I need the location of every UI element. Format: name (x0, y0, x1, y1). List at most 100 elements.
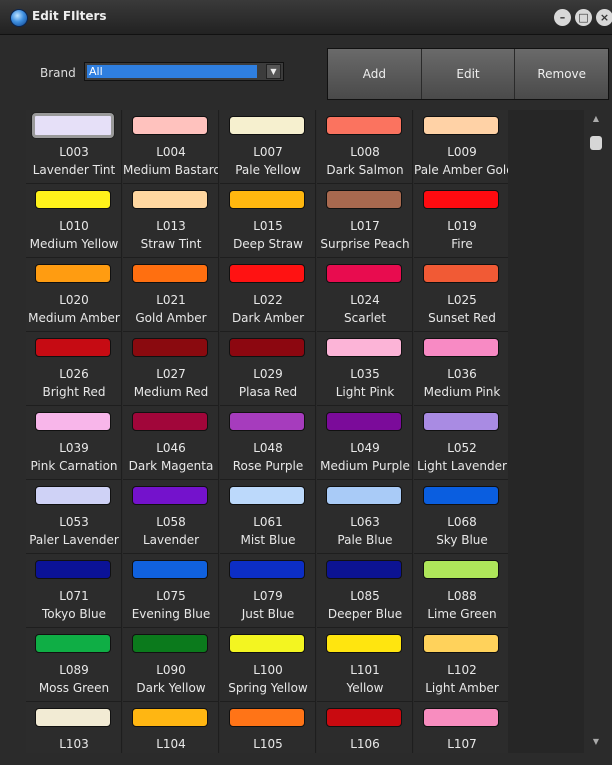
filter-swatch[interactable] (35, 190, 111, 209)
filter-cell[interactable]: L035 Light Pink (317, 332, 413, 406)
filter-swatch[interactable] (229, 116, 305, 135)
filter-cell[interactable]: L063 Pale Blue (317, 480, 413, 554)
filter-cell[interactable]: L019 Fire (414, 184, 508, 258)
filter-swatch[interactable] (132, 116, 208, 135)
filter-cell[interactable]: L075 Evening Blue (123, 554, 219, 628)
filter-cell[interactable]: L020 Medium Amber (26, 258, 122, 332)
filter-swatch[interactable] (229, 264, 305, 283)
filter-swatch[interactable] (132, 412, 208, 431)
filter-cell[interactable]: L027 Medium Red (123, 332, 219, 406)
filter-cell[interactable]: L102 Light Amber (414, 628, 508, 702)
filter-cell[interactable]: L048 Rose Purple (220, 406, 316, 480)
remove-button[interactable]: Remove (515, 49, 608, 99)
filter-swatch[interactable] (423, 338, 499, 357)
scroll-thumb[interactable] (590, 136, 602, 150)
filter-cell[interactable]: L107 (414, 702, 508, 753)
filter-swatch[interactable] (326, 560, 402, 579)
filter-swatch[interactable] (35, 634, 111, 653)
filter-cell[interactable]: L021 Gold Amber (123, 258, 219, 332)
filter-swatch[interactable] (35, 486, 111, 505)
scroll-up-icon[interactable]: ▲ (590, 114, 602, 124)
brand-select[interactable]: All ▼ (84, 62, 284, 81)
filter-cell[interactable]: L004 Medium Bastard Amber (123, 110, 219, 184)
filter-cell[interactable]: L010 Medium Yellow (26, 184, 122, 258)
filter-cell[interactable]: L022 Dark Amber (220, 258, 316, 332)
filter-swatch[interactable] (132, 486, 208, 505)
filter-cell[interactable]: L013 Straw Tint (123, 184, 219, 258)
filter-swatch[interactable] (326, 634, 402, 653)
filter-swatch[interactable] (35, 560, 111, 579)
filter-cell[interactable]: L052 Light Lavender (414, 406, 508, 480)
filter-cell[interactable]: L049 Medium Purple (317, 406, 413, 480)
filter-cell[interactable]: L015 Deep Straw (220, 184, 316, 258)
filter-swatch[interactable] (326, 412, 402, 431)
filter-swatch[interactable] (35, 412, 111, 431)
filter-swatch[interactable] (35, 264, 111, 283)
filter-cell[interactable]: L024 Scarlet (317, 258, 413, 332)
filter-cell[interactable]: L085 Deeper Blue (317, 554, 413, 628)
filter-swatch[interactable] (132, 708, 208, 727)
filter-swatch[interactable] (229, 634, 305, 653)
filter-swatch[interactable] (423, 190, 499, 209)
filter-swatch[interactable] (132, 264, 208, 283)
filter-swatch[interactable] (229, 486, 305, 505)
filter-cell[interactable]: L003 Lavender Tint (26, 110, 122, 184)
filter-cell[interactable]: L058 Lavender (123, 480, 219, 554)
filter-swatch[interactable] (132, 190, 208, 209)
filter-swatch[interactable] (326, 190, 402, 209)
filter-swatch[interactable] (229, 338, 305, 357)
filter-cell[interactable]: L039 Pink Carnation (26, 406, 122, 480)
filter-cell[interactable]: L036 Medium Pink (414, 332, 508, 406)
filter-swatch[interactable] (326, 708, 402, 727)
title-bar[interactable]: Edit FIlters – □ × (0, 0, 612, 35)
filter-swatch[interactable] (326, 116, 402, 135)
filter-cell[interactable]: L089 Moss Green (26, 628, 122, 702)
filter-cell[interactable]: L071 Tokyo Blue (26, 554, 122, 628)
scroll-down-icon[interactable]: ▼ (590, 737, 602, 747)
filter-swatch[interactable] (423, 486, 499, 505)
filter-cell[interactable]: L106 (317, 702, 413, 753)
dropdown-arrow-icon[interactable]: ▼ (266, 64, 281, 79)
filter-cell[interactable]: L009 Pale Amber Gold (414, 110, 508, 184)
filter-cell[interactable]: L090 Dark Yellow (123, 628, 219, 702)
filter-cell[interactable]: L105 (220, 702, 316, 753)
filter-swatch[interactable] (32, 113, 114, 138)
filter-cell[interactable]: L008 Dark Salmon (317, 110, 413, 184)
filter-cell[interactable]: L088 Lime Green (414, 554, 508, 628)
filter-cell[interactable]: L007 Pale Yellow (220, 110, 316, 184)
filter-swatch[interactable] (132, 338, 208, 357)
filter-swatch[interactable] (229, 560, 305, 579)
filter-swatch[interactable] (229, 190, 305, 209)
filter-cell[interactable]: L068 Sky Blue (414, 480, 508, 554)
filter-swatch[interactable] (326, 264, 402, 283)
filter-cell[interactable]: L025 Sunset Red (414, 258, 508, 332)
filter-swatch[interactable] (423, 264, 499, 283)
add-button[interactable]: Add (328, 49, 422, 99)
filter-swatch[interactable] (423, 634, 499, 653)
filter-swatch[interactable] (35, 708, 111, 727)
filter-cell[interactable]: L053 Paler Lavender (26, 480, 122, 554)
edit-button[interactable]: Edit (422, 49, 516, 99)
filter-swatch[interactable] (423, 708, 499, 727)
filter-swatch[interactable] (132, 634, 208, 653)
filter-cell[interactable]: L061 Mist Blue (220, 480, 316, 554)
filter-swatch[interactable] (229, 708, 305, 727)
filter-swatch[interactable] (423, 412, 499, 431)
minimize-button[interactable]: – (554, 9, 571, 26)
filter-cell[interactable]: L100 Spring Yellow (220, 628, 316, 702)
filter-cell[interactable]: L017 Surprise Peach (317, 184, 413, 258)
filter-swatch[interactable] (326, 486, 402, 505)
filter-cell[interactable]: L101 Yellow (317, 628, 413, 702)
filter-swatch[interactable] (229, 412, 305, 431)
vertical-scrollbar[interactable]: ▲ ▼ (584, 110, 608, 753)
filter-cell[interactable]: L079 Just Blue (220, 554, 316, 628)
filter-cell[interactable]: L104 (123, 702, 219, 753)
close-button[interactable]: × (596, 9, 612, 26)
filter-cell[interactable]: L046 Dark Magenta (123, 406, 219, 480)
maximize-button[interactable]: □ (575, 9, 592, 26)
filter-swatch[interactable] (132, 560, 208, 579)
filter-swatch[interactable] (423, 560, 499, 579)
filter-swatch[interactable] (35, 338, 111, 357)
filter-swatch[interactable] (423, 116, 499, 135)
filter-cell[interactable]: L029 Plasa Red (220, 332, 316, 406)
